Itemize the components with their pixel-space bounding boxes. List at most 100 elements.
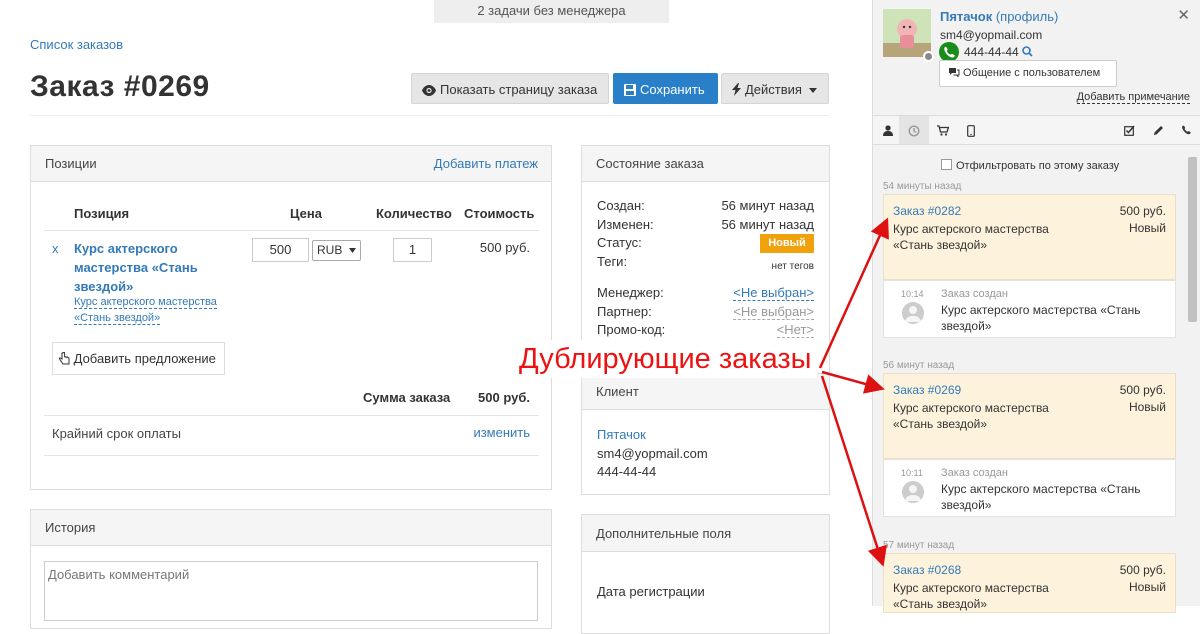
phone-icon: [1181, 125, 1191, 135]
sidebar-tabs: [873, 115, 1200, 145]
price-input[interactable]: 500: [252, 238, 309, 262]
show-order-page-label: Показать страницу заказа: [440, 82, 598, 97]
partner-value: <Не выбран>: [733, 304, 814, 320]
add-note-link[interactable]: Добавить примечание: [1076, 91, 1190, 104]
order-card[interactable]: Заказ #0269 500 руб. Новый Курс актерско…: [883, 373, 1176, 459]
tags-value[interactable]: нет тегов: [772, 261, 814, 272]
chat-with-user-label: Общение с пользователем: [963, 67, 1101, 79]
order-link[interactable]: Заказ #0282: [893, 204, 961, 218]
chat-with-user-button[interactable]: Общение с пользователем: [939, 60, 1117, 87]
timeline-time: 54 минуты назад: [883, 181, 962, 192]
timeline-time: 57 минут назад: [883, 540, 955, 551]
unassigned-tasks-notice[interactable]: 2 задачи без менеджера: [434, 0, 669, 23]
order-product: Курс актерского мастерства «Стань звездо…: [893, 222, 1049, 252]
order-sum: 500 руб.: [1119, 204, 1166, 218]
lightning-icon: [732, 83, 741, 96]
add-offer-label: Добавить предложение: [73, 351, 216, 366]
order-link[interactable]: Заказ #0268: [893, 563, 961, 577]
order-product: Курс актерского мастерства «Стань звездо…: [893, 401, 1049, 431]
add-offer-button[interactable]: Добавить предложение: [52, 342, 225, 375]
order-sum: 500 руб.: [1119, 563, 1166, 577]
phone-icon[interactable]: [939, 42, 959, 62]
tab-history[interactable]: [899, 116, 929, 144]
manager-select[interactable]: <Не выбран>: [733, 285, 814, 301]
positions-panel-header: Позиции Добавить платеж: [31, 146, 551, 182]
changed-label: Изменен:: [597, 217, 654, 232]
order-total-value: 500 руб.: [478, 390, 530, 405]
order-status: Новый: [1128, 400, 1166, 414]
status-badge[interactable]: Новый: [760, 234, 814, 253]
sidebar-scrollbar-thumb[interactable]: [1188, 157, 1197, 322]
column-header-price: Цена: [290, 206, 322, 221]
event-text: Курс актерского мастерства «Стань звездо…: [941, 303, 1141, 333]
item-name-link[interactable]: Курс актерского мастерства «Стань звездо…: [74, 239, 234, 296]
save-label: Сохранить: [640, 82, 705, 97]
order-card[interactable]: Заказ #0268 500 руб. Новый Курс актерско…: [883, 553, 1176, 613]
profile-name[interactable]: Пятачок (профиль): [940, 9, 1058, 24]
online-status-indicator: [923, 51, 934, 62]
tab-calls[interactable]: [1171, 116, 1200, 144]
order-card[interactable]: Заказ #0282 500 руб. Новый Курс актерско…: [883, 194, 1176, 280]
actions-label: Действия: [745, 82, 802, 97]
mobile-phone-icon: [967, 124, 975, 137]
quantity-input[interactable]: 1: [393, 238, 432, 262]
event-type: Заказ создан: [941, 288, 1008, 300]
currency-select[interactable]: RUB: [312, 240, 361, 261]
status-label: Статус:: [597, 235, 642, 250]
actions-dropdown-button[interactable]: Действия: [721, 73, 829, 104]
user-icon: [883, 125, 893, 137]
positions-title: Позиции: [45, 156, 97, 171]
orders-list-link[interactable]: Список заказов: [30, 37, 123, 52]
total-divider: [44, 415, 539, 416]
promo-select[interactable]: <Нет>: [776, 322, 814, 338]
add-payment-link[interactable]: Добавить платеж: [434, 156, 538, 171]
item-variant-link[interactable]: Курс актерского мастерства «Стань звездо…: [74, 294, 224, 326]
profile-phone-value: 444-44-44: [964, 45, 1019, 59]
profile-name-label: Пятачок: [940, 9, 993, 24]
duplicate-orders-annotation: Дублирующие заказы: [515, 340, 817, 378]
item-cost: 500 руб.: [479, 240, 530, 255]
caret-down-icon: [349, 248, 356, 253]
caret-down-icon: [808, 88, 817, 93]
show-order-page-button[interactable]: Показать страницу заказа: [411, 73, 609, 104]
avatar-image: [883, 9, 931, 57]
partner-select[interactable]: <Не выбран>: [733, 304, 814, 320]
tab-tasks[interactable]: [1114, 116, 1144, 144]
item-variant-label: Курс актерского мастерства «Стань звездо…: [74, 296, 217, 325]
event-card: 10:14 Заказ создан Курс актерского масте…: [883, 280, 1176, 338]
shopping-cart-icon: [937, 125, 950, 136]
search-icon[interactable]: [1022, 46, 1033, 57]
chat-bubble-icon: [949, 68, 960, 78]
floppy-disk-icon: [624, 84, 636, 96]
partner-label: Партнер:: [597, 304, 652, 319]
tab-cart[interactable]: [928, 116, 958, 144]
client-name-link[interactable]: Пятачок: [597, 427, 646, 442]
event-text: Курс актерского мастерства «Стань звездо…: [941, 482, 1141, 512]
order-link[interactable]: Заказ #0269: [893, 383, 961, 397]
deadline-divider: [44, 455, 539, 456]
close-icon[interactable]: ✕: [1177, 6, 1190, 24]
eye-icon: [422, 85, 436, 96]
history-title: История: [45, 520, 96, 535]
client-email: sm4@yopmail.com: [597, 446, 708, 461]
order-product: Курс актерского мастерства «Стань звездо…: [893, 581, 1049, 611]
currency-value: RUB: [317, 243, 343, 257]
extra-fields-panel: Дополнительные поля Дата регистрации: [581, 514, 830, 634]
avatar: [902, 302, 924, 324]
manager-value: <Не выбран>: [733, 285, 814, 301]
tab-notes[interactable]: [1143, 116, 1173, 144]
filter-by-order-label[interactable]: Отфильтровать по этому заказу: [956, 160, 1119, 172]
manager-label: Менеджер:: [597, 285, 664, 300]
checkbox-icon: [1123, 125, 1135, 136]
order-state-header: Состояние заказа: [582, 146, 829, 182]
comment-textarea[interactable]: Добавить комментарий: [44, 561, 538, 621]
column-header-position: Позиция: [74, 206, 130, 221]
profile-link[interactable]: (профиль): [996, 9, 1058, 24]
change-deadline-link[interactable]: изменить: [473, 425, 530, 440]
profile-phone: 444-44-44: [964, 45, 1033, 59]
remove-item-button[interactable]: x: [52, 241, 59, 256]
filter-by-order-checkbox[interactable]: [941, 159, 952, 170]
tab-mobile[interactable]: [956, 116, 986, 144]
save-button[interactable]: Сохранить: [613, 73, 718, 104]
order-state-panel: Состояние заказа Создан: 56 минут назад …: [581, 145, 830, 495]
